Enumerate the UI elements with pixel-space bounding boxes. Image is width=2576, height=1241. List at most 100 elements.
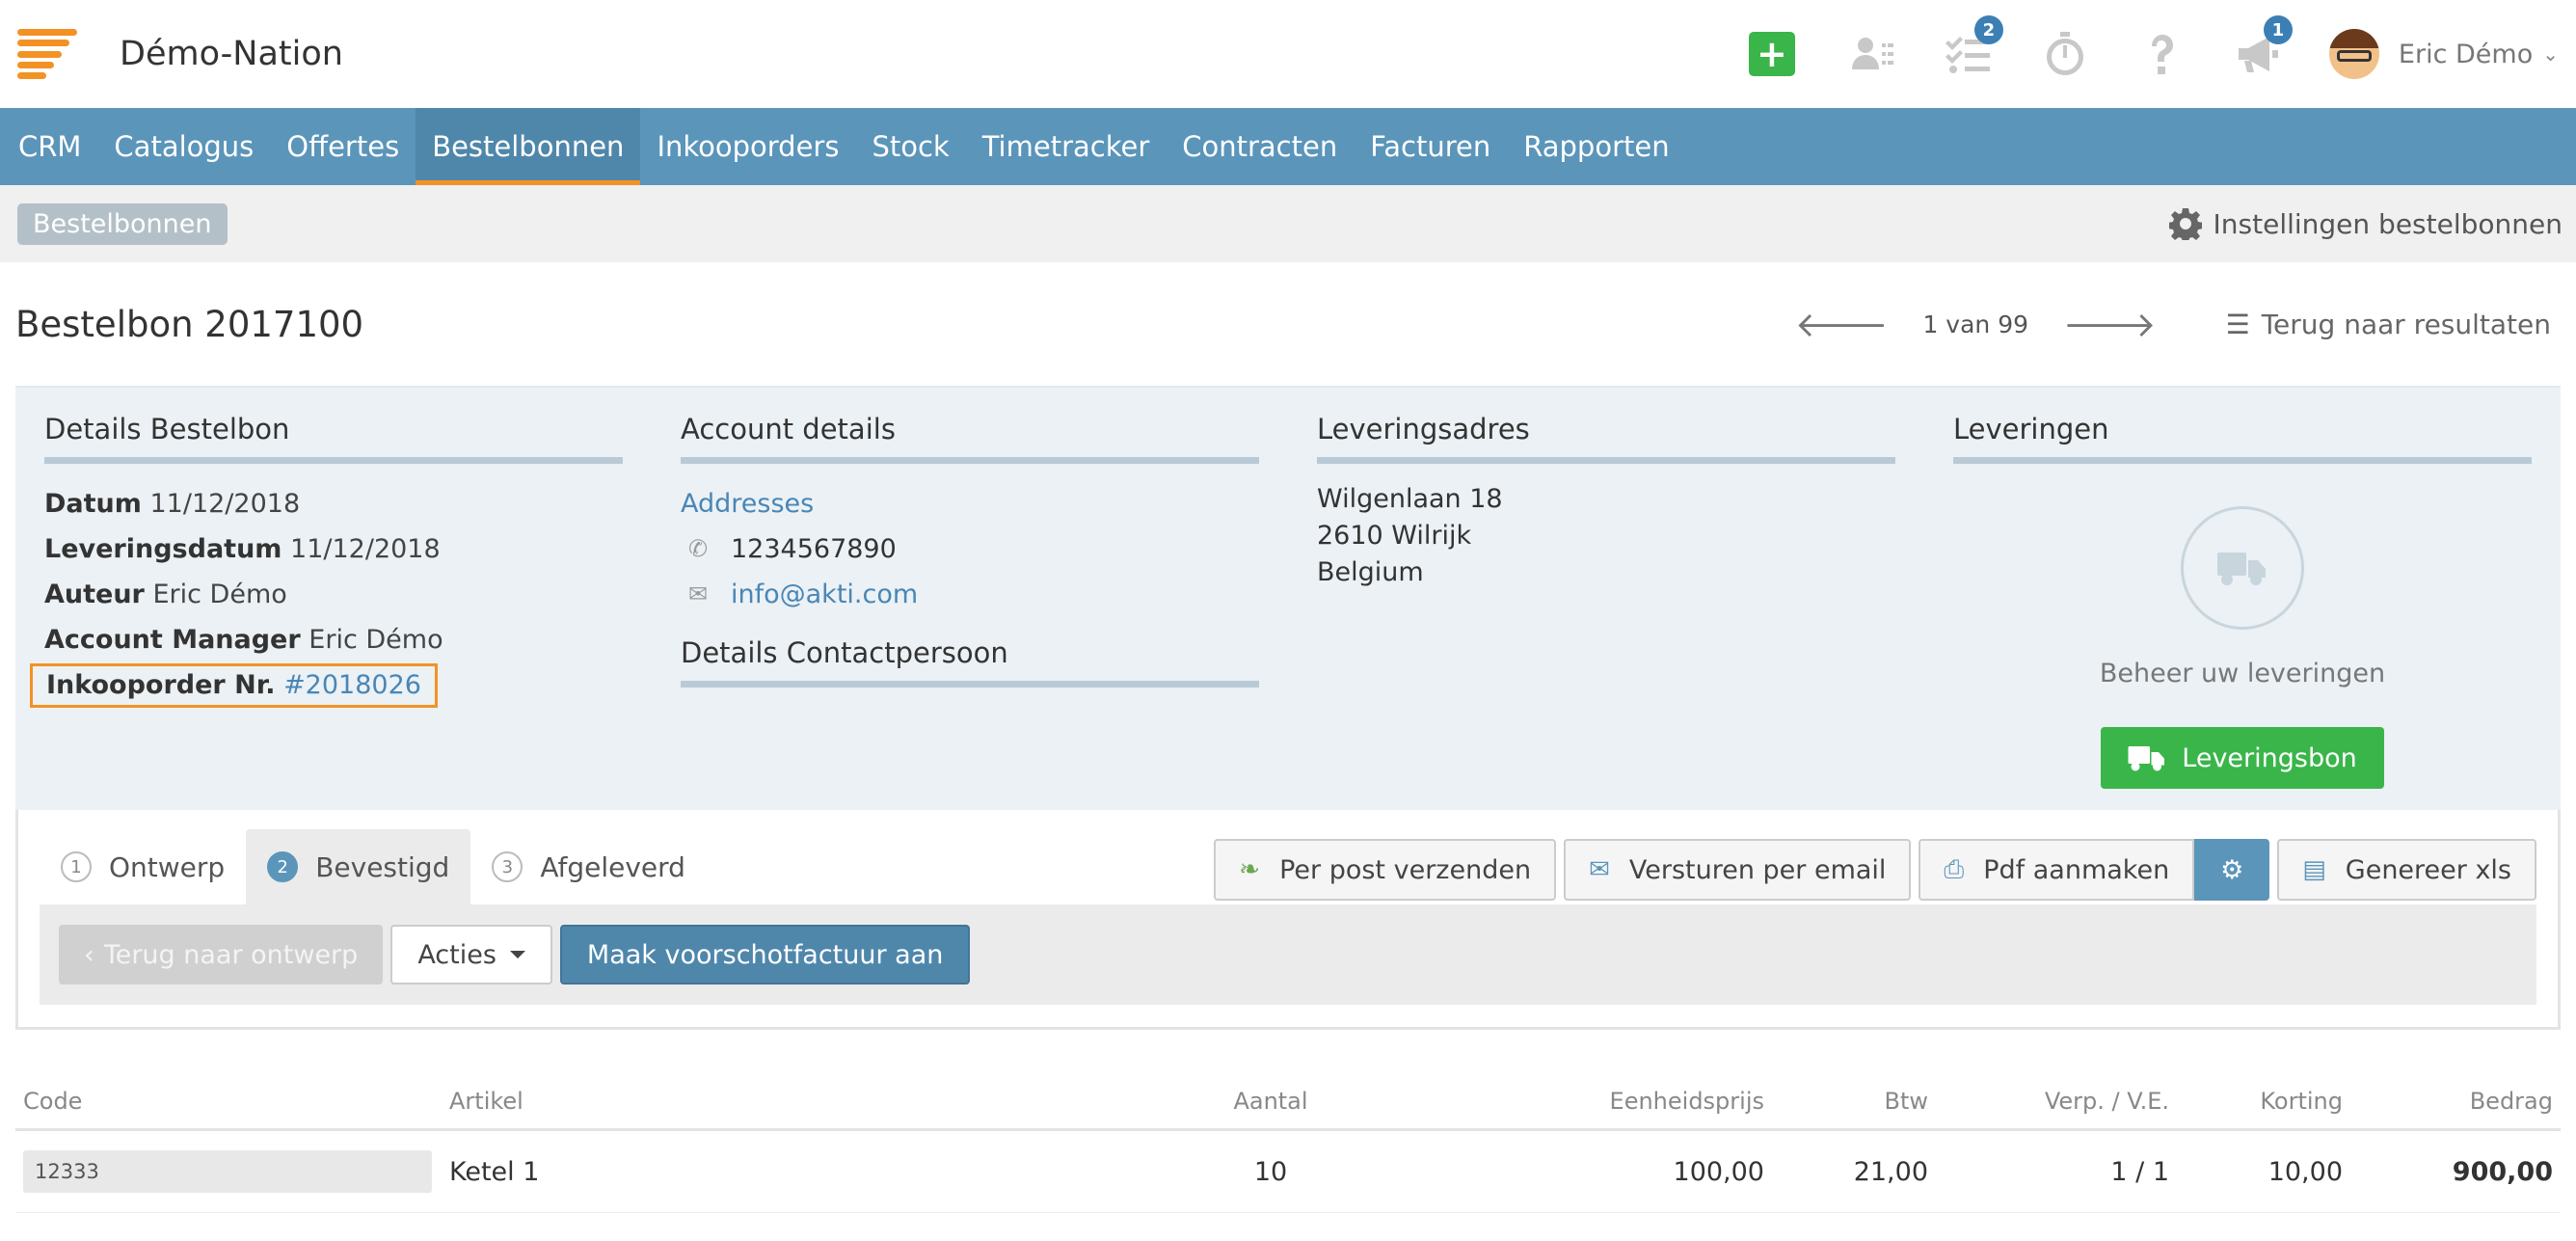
auteur-row: Auteur Eric Démo (44, 572, 623, 617)
column-header-artikel: Artikel (442, 1088, 1155, 1131)
inkooporder-link[interactable]: #2018026 (283, 670, 421, 700)
column-header-code: Code (15, 1088, 442, 1131)
arrow-right-icon[interactable]: 🡒 (2063, 303, 2157, 345)
step-ontwerp[interactable]: 1 Ontwerp (40, 829, 246, 904)
step-bevestigd[interactable]: 2 Bevestigd (246, 829, 471, 904)
stopwatch-icon[interactable] (2040, 29, 2090, 79)
nav-item-facturen[interactable]: Facturen (1354, 108, 1507, 185)
acties-dropdown[interactable]: Acties (390, 925, 552, 985)
deliveries-heading: Leveringen (1953, 413, 2532, 464)
xls-file-icon: ▤ (2302, 855, 2326, 884)
status-panel: 1 Ontwerp 2 Bevestigd 3 Afgeleverd ❧ Per… (15, 810, 2561, 1030)
breadcrumb[interactable]: Bestelbonnen (17, 202, 228, 245)
deliveries-body: Beheer uw leveringen Leveringsbon (1953, 481, 2532, 789)
details-heading: Details Bestelbon (44, 413, 623, 464)
datum-value: 11/12/2018 (149, 489, 301, 519)
nav-item-inkooporders[interactable]: Inkooporders (640, 108, 855, 185)
title-row: Bestelbon 2017100 🡐 1 van 99 🡒 ☰ Terug n… (0, 262, 2576, 386)
truck-icon (2128, 746, 2165, 771)
send-by-post-button[interactable]: ❧ Per post verzenden (1214, 839, 1557, 901)
address-line-2: 2610 Wilrijk (1317, 521, 1472, 551)
generate-xls-label: Genereer xls (2345, 854, 2511, 885)
step-number: 3 (492, 851, 523, 882)
addresses-link[interactable]: Addresses (681, 481, 1259, 526)
envelope-icon: ✉ (1589, 855, 1610, 884)
nav-item-offertes[interactable]: Offertes (270, 108, 416, 185)
back-to-results-link[interactable]: ☰ Terug naar resultaten (2226, 309, 2551, 340)
user-avatar[interactable] (2328, 29, 2379, 79)
contacts-icon[interactable] (1847, 29, 1897, 79)
table-row[interactable]: 12333 Ketel 1 10 100,00 21,00 1 / 1 10,0… (15, 1129, 2561, 1213)
table-header-row: Code Artikel Aantal Eenheidsprijs Btw Ve… (15, 1088, 2561, 1131)
nav-item-crm[interactable]: CRM (2, 108, 97, 185)
column-header-korting: Korting (2177, 1088, 2350, 1131)
nav-item-stock[interactable]: Stock (855, 108, 965, 185)
column-header-eenheidsprijs: Eenheidsprijs (1386, 1088, 1772, 1131)
column-header-aantal: Aantal (1155, 1088, 1386, 1131)
arrow-left-icon[interactable]: 🡐 (1795, 303, 1889, 345)
leveringsdatum-label: Leveringsdatum (44, 534, 282, 564)
account-manager-row: Account Manager Eric Démo (44, 617, 623, 662)
top-actions: + 2 1 Eric Démo ⌄ (1748, 0, 2576, 108)
cell-verp: 1 / 1 (1936, 1129, 2177, 1213)
settings-link[interactable]: Instellingen bestelbonnen (2168, 207, 2563, 240)
help-icon[interactable] (2136, 29, 2187, 79)
pager: 🡐 1 van 99 🡒 ☰ Terug naar resultaten (1795, 303, 2551, 345)
envelope-icon: ✉ (688, 580, 709, 607)
deliveries-column: Leveringen Beheer uw leveringen Levering… (1953, 388, 2532, 810)
step-afgeleverd[interactable]: 3 Afgeleverd (470, 829, 707, 904)
printer-icon: ⎙ (1944, 854, 1965, 884)
truck-icon (2217, 553, 2266, 585)
chevron-left-icon: ‹ (84, 939, 94, 970)
cell-btw: 21,00 (1772, 1129, 1936, 1213)
chevron-down-icon[interactable]: ⌄ (2542, 42, 2559, 66)
gear-icon: ⚙ (2220, 854, 2244, 885)
address-line-1: Wilgenlaan 18 (1317, 484, 1503, 514)
tasks-badge: 2 (1973, 15, 2003, 44)
nav-item-bestelbonnen[interactable]: Bestelbonnen (416, 108, 641, 185)
generate-xls-button[interactable]: ▤ Genereer xls (2277, 839, 2536, 901)
caret-down-icon (509, 951, 525, 958)
cell-aantal: 10 (1155, 1129, 1386, 1213)
back-to-draft-button[interactable]: ‹ Terug naar ontwerp (59, 925, 384, 985)
deliveries-manage-text: Beheer uw leveringen (2099, 659, 2386, 688)
leveringsbon-button[interactable]: Leveringsbon (2101, 727, 2384, 789)
items-table: Code Artikel Aantal Eenheidsprijs Btw Ve… (15, 1088, 2561, 1213)
nav-item-timetracker[interactable]: Timetracker (966, 108, 1167, 185)
address-line-3: Belgium (1317, 557, 1424, 587)
app-logo[interactable] (17, 29, 77, 79)
action-bar: ‹ Terug naar ontwerp Acties Maak voorsch… (40, 904, 2536, 1005)
create-pdf-button[interactable]: ⎙ Pdf aanmaken (1919, 839, 2195, 901)
step-label: Afgeleverd (540, 850, 685, 883)
user-name[interactable]: Eric Démo (2399, 40, 2533, 69)
email-row: ✉ info@akti.com (688, 572, 1259, 617)
delivery-address-column: Leveringsadres Wilgenlaan 18 2610 Wilrij… (1317, 388, 1895, 810)
account-manager-label: Account Manager (44, 625, 301, 655)
sub-bar: Bestelbonnen Instellingen bestelbonnen (0, 185, 2576, 262)
step-label: Bevestigd (315, 850, 450, 883)
column-header-bedrag: Bedrag (2350, 1088, 2561, 1131)
back-to-results-label: Terug naar resultaten (2261, 308, 2551, 340)
column-header-verp: Verp. / V.E. (1936, 1088, 2177, 1131)
email-link[interactable]: info@akti.com (731, 572, 918, 617)
leveringsbon-label: Leveringsbon (2182, 742, 2357, 773)
advance-invoice-button[interactable]: Maak voorschotfactuur aan (559, 925, 971, 985)
announcements-badge: 1 (2263, 15, 2293, 44)
inkooporder-row: Inkooporder Nr. #2018026 (30, 662, 623, 708)
add-button[interactable]: + (1748, 32, 1795, 76)
details-column: Details Bestelbon Datum 11/12/2018 Lever… (30, 388, 623, 810)
send-by-email-button[interactable]: ✉ Versturen per email (1564, 839, 1912, 901)
cell-code: 12333 (15, 1129, 442, 1213)
nav-item-rapporten[interactable]: Rapporten (1507, 108, 1685, 185)
inkooporder-label: Inkooporder Nr. (46, 670, 276, 700)
code-value: 12333 (23, 1150, 432, 1193)
document-buttons: ❧ Per post verzenden ✉ Versturen per ema… (1206, 839, 2536, 904)
step-number: 1 (61, 851, 92, 882)
tasks-icon[interactable]: 2 (1944, 15, 2003, 79)
list-icon: ☰ (2225, 308, 2250, 340)
pdf-settings-button[interactable]: ⚙ (2194, 839, 2270, 901)
announcements-icon[interactable]: 1 (2233, 15, 2293, 79)
nav-item-catalogus[interactable]: Catalogus (97, 108, 270, 185)
send-by-post-label: Per post verzenden (1279, 854, 1532, 885)
nav-item-contracten[interactable]: Contracten (1166, 108, 1354, 185)
